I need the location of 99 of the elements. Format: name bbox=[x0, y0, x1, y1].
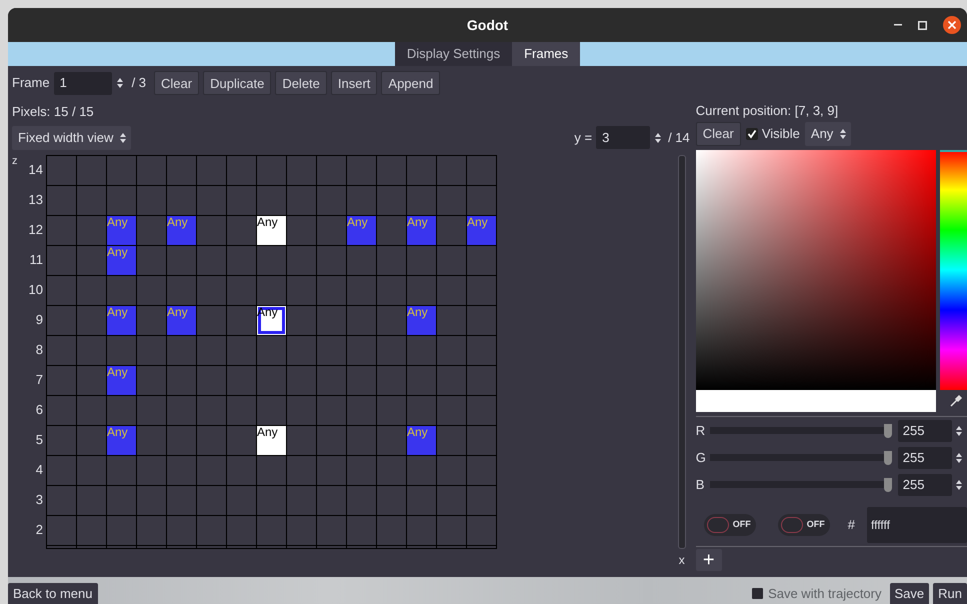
voxel-cell[interactable]: Any bbox=[257, 426, 286, 454]
hue-slider[interactable] bbox=[940, 150, 967, 390]
voxel-cell[interactable]: Any bbox=[407, 426, 436, 454]
x-axis-label: x bbox=[678, 552, 685, 568]
axis-label: z bbox=[12, 154, 18, 168]
visible-checkbox[interactable] bbox=[746, 128, 758, 140]
pixel-count: Pixels: 15 / 15 bbox=[12, 103, 95, 121]
frame-label: Frame bbox=[12, 74, 50, 92]
cell-label: Any bbox=[107, 306, 128, 318]
channel-label: R bbox=[696, 422, 706, 440]
row-number: 12 bbox=[28, 220, 43, 239]
spinner-arrows-icon[interactable] bbox=[119, 132, 128, 144]
cell-label: Any bbox=[407, 216, 428, 228]
spinner-arrows-icon[interactable] bbox=[954, 424, 963, 436]
row-number: 9 bbox=[36, 310, 43, 329]
channel-label: B bbox=[696, 476, 706, 494]
close-icon[interactable] bbox=[943, 16, 961, 34]
toggle-switch[interactable]: OFF bbox=[704, 514, 756, 536]
row-number: 10 bbox=[28, 280, 43, 299]
cell-label: Any bbox=[167, 216, 188, 228]
toggle-switch[interactable]: OFF bbox=[778, 514, 830, 536]
slider-thumb[interactable] bbox=[884, 450, 892, 464]
row-number: 2 bbox=[36, 520, 43, 539]
tab[interactable]: Display Settings bbox=[394, 42, 512, 66]
toolbar-button[interactable]: Insert bbox=[330, 71, 378, 95]
y-total: / 14 bbox=[668, 128, 690, 147]
voxel-cell[interactable]: Any bbox=[107, 246, 136, 274]
voxel-cell[interactable]: Any bbox=[407, 216, 436, 244]
spinner-arrows-icon[interactable] bbox=[954, 478, 963, 490]
voxel-cell[interactable]: Any bbox=[107, 366, 136, 394]
cell-label: Any bbox=[257, 216, 278, 228]
voxel-cell[interactable]: Any bbox=[107, 426, 136, 454]
hue-marker[interactable] bbox=[940, 150, 967, 152]
row-number: 14 bbox=[28, 160, 43, 179]
channel-field[interactable]: 255 bbox=[898, 474, 952, 496]
row-number: 11 bbox=[30, 250, 43, 269]
spinner-arrows-icon[interactable] bbox=[954, 452, 963, 464]
type-select[interactable]: Any bbox=[804, 122, 852, 146]
toolbar-button[interactable]: Clear bbox=[154, 71, 200, 95]
row-number: 4 bbox=[36, 460, 43, 479]
voxel-cell[interactable]: Any bbox=[167, 306, 196, 334]
frame-field[interactable]: 1 bbox=[54, 72, 112, 94]
y-field[interactable]: 3 bbox=[596, 126, 650, 149]
slider-thumb[interactable] bbox=[884, 478, 892, 492]
spinner-arrows-icon[interactable] bbox=[116, 77, 124, 89]
cell-label: Any bbox=[107, 426, 128, 438]
visible-label: Visible bbox=[762, 124, 800, 143]
cell-label: Any bbox=[257, 426, 278, 438]
scrollbar[interactable] bbox=[678, 154, 686, 548]
add-button[interactable]: + bbox=[696, 548, 722, 570]
voxel-cell[interactable]: Any bbox=[167, 216, 196, 244]
toolbar-button[interactable]: Delete bbox=[275, 71, 327, 95]
slider-thumb[interactable] bbox=[884, 424, 892, 438]
row-number: 7 bbox=[36, 370, 43, 389]
channel-field[interactable]: 255 bbox=[898, 420, 952, 442]
footer-button[interactable]: Run bbox=[933, 583, 967, 604]
cell-label: Any bbox=[107, 216, 128, 228]
voxel-cell[interactable]: Any bbox=[107, 306, 136, 334]
voxel-cell[interactable]: Any bbox=[347, 216, 376, 244]
hex-field[interactable]: ffffff bbox=[867, 506, 967, 542]
footer-button[interactable]: Save bbox=[890, 583, 930, 604]
cell-label: Any bbox=[107, 246, 128, 258]
eyedropper-icon[interactable] bbox=[949, 394, 964, 408]
back-button[interactable]: Back to menu bbox=[8, 583, 98, 604]
row-number: 8 bbox=[36, 340, 43, 359]
save-trajectory-checkbox[interactable] bbox=[752, 588, 764, 599]
cell-label: Any bbox=[347, 216, 368, 228]
voxel-cell[interactable]: Any bbox=[407, 306, 436, 334]
cell-label: Any bbox=[107, 366, 128, 378]
cell-label: Any bbox=[167, 306, 188, 318]
toolbar-button[interactable]: Append bbox=[381, 71, 440, 95]
cell-label: Any bbox=[407, 426, 428, 438]
row-number: 6 bbox=[36, 400, 43, 419]
view-select[interactable]: Fixed width view bbox=[12, 126, 132, 150]
check-icon bbox=[746, 128, 757, 138]
hash-label: # bbox=[848, 516, 855, 534]
saturation-value-picker[interactable] bbox=[696, 150, 936, 390]
spinner-arrows-icon[interactable] bbox=[654, 132, 662, 144]
cell-label: Any bbox=[467, 216, 488, 228]
cell-label: Any bbox=[407, 306, 428, 318]
save-trajectory-label: Save with trajectory bbox=[768, 584, 882, 603]
row-number: 13 bbox=[28, 190, 43, 209]
tab[interactable]: Frames bbox=[512, 42, 580, 66]
window-title: Godot bbox=[466, 16, 508, 34]
voxel-cell[interactable]: Any bbox=[107, 216, 136, 244]
clear-button[interactable]: Clear bbox=[696, 122, 741, 146]
maximize-icon[interactable] bbox=[918, 20, 927, 30]
current-position: Current position: [7, 3, 9] bbox=[696, 102, 840, 120]
toolbar-button[interactable]: Duplicate bbox=[203, 71, 272, 95]
voxel-cell[interactable]: Any bbox=[257, 216, 286, 244]
voxel-cell[interactable]: Any bbox=[467, 216, 496, 244]
row-number: 5 bbox=[36, 430, 43, 449]
row-number: 3 bbox=[36, 490, 43, 509]
channel-field[interactable]: 255 bbox=[898, 446, 952, 468]
y-label: y = bbox=[574, 128, 592, 147]
minimize-icon[interactable] bbox=[894, 24, 902, 26]
frame-total: / 3 bbox=[132, 74, 146, 92]
channel-label: G bbox=[696, 448, 707, 467]
spinner-arrows-icon[interactable] bbox=[839, 128, 848, 140]
